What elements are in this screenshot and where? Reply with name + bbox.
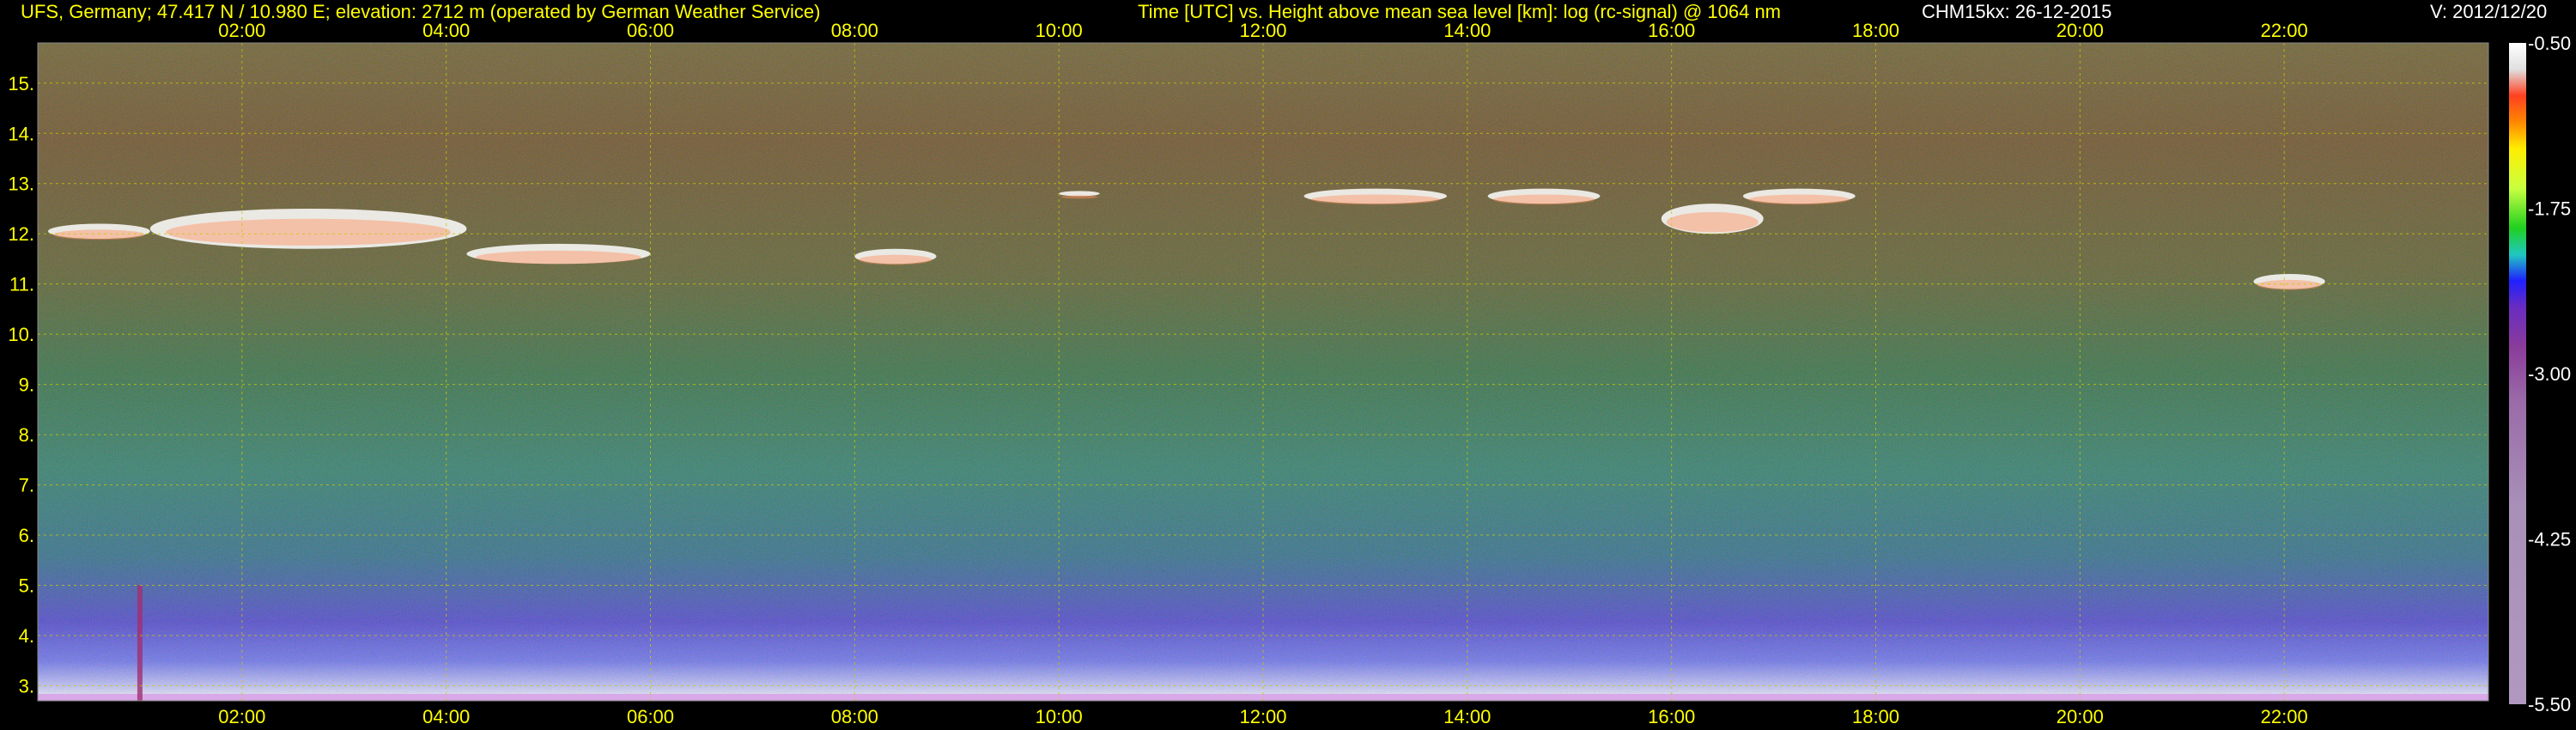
x-tick-bottom: 02:00 xyxy=(218,706,265,727)
cloud-fringe-4 xyxy=(1060,195,1098,199)
cloud-fringe-0 xyxy=(52,229,145,240)
x-tick-top: 16:00 xyxy=(1648,20,1695,41)
y-tick-label: 15. xyxy=(8,73,34,94)
x-tick-top: 22:00 xyxy=(2261,20,2308,41)
x-tick-top: 10:00 xyxy=(1036,20,1083,41)
y-tick-label: 11. xyxy=(9,274,34,295)
y-tick-label: 9. xyxy=(19,374,34,396)
x-tick-top: 18:00 xyxy=(1852,20,1899,41)
x-tick-labels-bottom: 02:00 04:00 06:00 08:00 10:00 12:00 14:00 16:00… xyxy=(218,706,2307,727)
cloud-fringe-6 xyxy=(1493,194,1595,205)
x-tick-bottom: 18:00 xyxy=(1852,706,1899,727)
cloud-fringe-7 xyxy=(1666,211,1759,233)
signal-column xyxy=(137,585,143,701)
x-tick-bottom: 10:00 xyxy=(1036,706,1083,727)
cloud-fringe-3 xyxy=(859,254,933,265)
y-tick-labels: 3. 4. 5. 6. 7. 8. 9. 10. 11. 12. 13. 14. 15. xyxy=(8,73,34,697)
colorbar-tick-label: -3.00 xyxy=(2528,363,2571,385)
y-tick-label: 13. xyxy=(8,173,34,195)
ceilometer-chart: UFS, Germany; 47.417 N / 10.980 E; eleva… xyxy=(0,0,2576,730)
x-tick-top: 02:00 xyxy=(218,20,265,41)
x-tick-bottom: 04:00 xyxy=(422,706,470,727)
colorbar-ramp xyxy=(2509,43,2526,704)
x-tick-bottom: 08:00 xyxy=(831,706,878,727)
y-tick-label: 10. xyxy=(8,324,34,345)
y-tick-label: 6. xyxy=(19,525,34,546)
x-tick-labels-top: 02:00 04:00 06:00 08:00 10:00 12:00 14:00 16:00… xyxy=(218,20,2307,41)
cloud-fringe-2 xyxy=(476,250,641,265)
y-tick-label: 14. xyxy=(8,123,34,144)
cloud-fringe-1 xyxy=(166,218,452,246)
x-tick-bottom: 12:00 xyxy=(1239,706,1286,727)
x-tick-top: 12:00 xyxy=(1239,20,1286,41)
colorbar-tick-label: -1.75 xyxy=(2528,198,2571,220)
y-tick-label: 8. xyxy=(19,424,34,446)
colorbar: -0.50 -1.75 -3.00 -4.25 -5.50 xyxy=(2509,33,2571,715)
y-tick-label: 12. xyxy=(8,223,34,245)
x-tick-bottom: 20:00 xyxy=(2057,706,2104,727)
x-tick-top: 04:00 xyxy=(422,20,470,41)
y-tick-label: 4. xyxy=(19,625,34,647)
x-tick-top: 06:00 xyxy=(627,20,674,41)
x-tick-bottom: 06:00 xyxy=(627,706,674,727)
chart-svg: 02:00 04:00 06:00 08:00 10:00 12:00 14:00 16:00… xyxy=(8,20,2571,727)
cloud-fringe-8 xyxy=(1748,194,1850,205)
y-tick-label: 7. xyxy=(19,475,34,496)
x-tick-bottom: 14:00 xyxy=(1443,706,1491,727)
colorbar-tick-label: -5.50 xyxy=(2528,694,2571,715)
colorbar-tick-label: -4.25 xyxy=(2528,529,2571,551)
y-tick-label: 5. xyxy=(19,575,34,597)
colorbar-tick-label: -0.50 xyxy=(2528,33,2571,54)
x-tick-bottom: 16:00 xyxy=(1648,706,1695,727)
x-tick-top: 20:00 xyxy=(2057,20,2104,41)
cloud-fringe-9 xyxy=(2257,279,2322,290)
y-tick-label: 3. xyxy=(19,675,34,697)
x-tick-top: 08:00 xyxy=(831,20,878,41)
x-tick-top: 14:00 xyxy=(1443,20,1491,41)
x-tick-bottom: 22:00 xyxy=(2261,706,2308,727)
cloud-fringe-5 xyxy=(1310,194,1440,205)
